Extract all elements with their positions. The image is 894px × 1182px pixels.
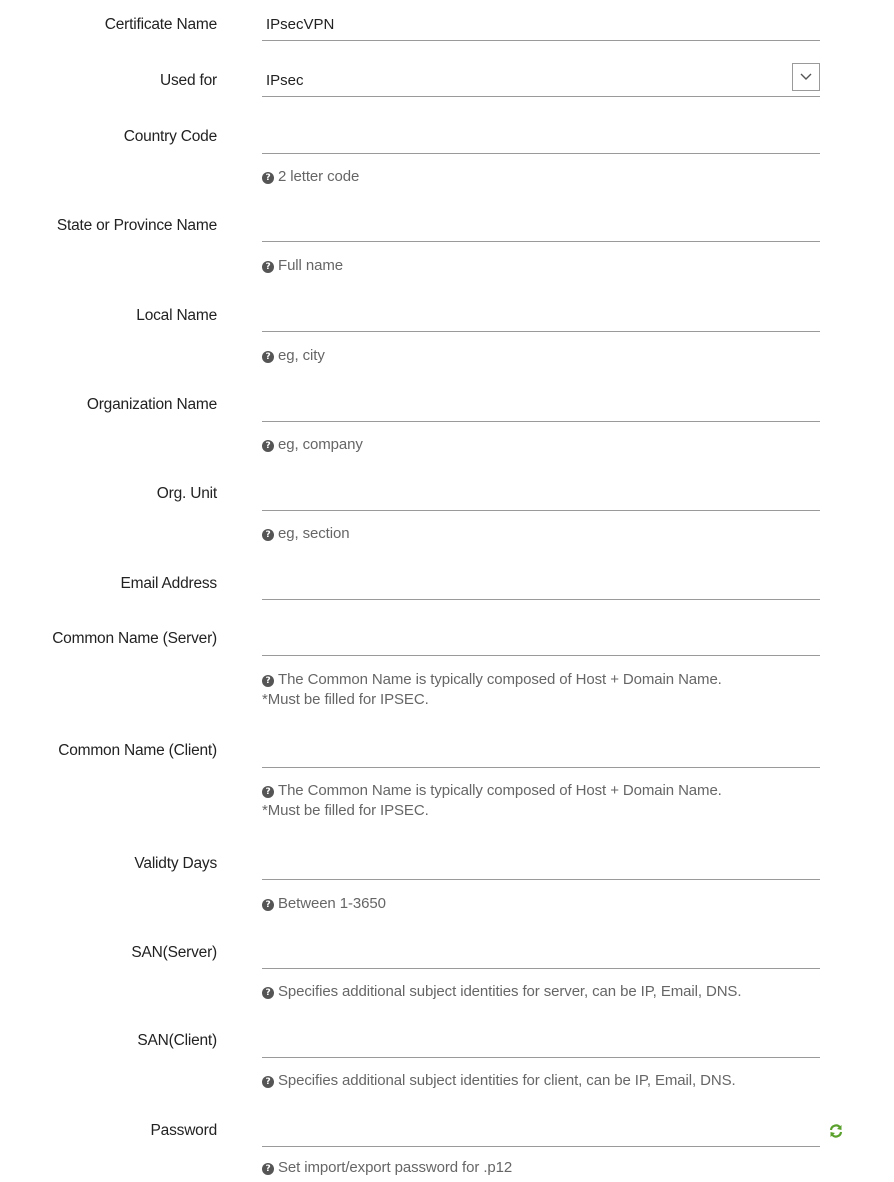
certificate-name-label: Certificate Name <box>104 16 217 33</box>
cn-client-help-text: The Common Name is typically composed of… <box>278 782 722 799</box>
cn-client-label: Common Name (Client) <box>58 742 217 759</box>
org-unit-label: Org. Unit <box>156 485 217 502</box>
password-input[interactable] <box>262 1119 820 1146</box>
cn-server-field[interactable] <box>262 628 820 656</box>
question-circle-icon: ? <box>262 529 274 541</box>
used-for-value: IPsec <box>266 72 304 89</box>
local-name-label: Local Name <box>136 307 217 324</box>
san-client-help-text: Specifies additional subject identities … <box>278 1072 736 1089</box>
validity-help-text: Between 1-3650 <box>278 895 386 912</box>
question-circle-icon: ? <box>262 786 274 798</box>
validity-label: Validty Days <box>134 855 217 872</box>
password-field[interactable] <box>262 1119 820 1147</box>
validity-field[interactable] <box>262 852 820 880</box>
country-code-label: Country Code <box>123 128 217 145</box>
country-code-help-text: 2 letter code <box>278 168 360 185</box>
local-name-field[interactable] <box>262 304 820 332</box>
certificate-name-field[interactable]: IPsecVPN <box>262 13 820 41</box>
email-input[interactable] <box>262 572 820 599</box>
question-circle-icon: ? <box>262 1076 274 1088</box>
state-input[interactable] <box>262 214 820 241</box>
email-label: Email Address <box>120 575 218 592</box>
state-help: ? Full name <box>262 256 343 276</box>
san-server-input[interactable] <box>262 941 820 968</box>
cn-server-help-line1: ? The Common Name is typically composed o… <box>262 670 722 690</box>
question-circle-icon: ? <box>262 1163 274 1175</box>
org-unit-field[interactable] <box>262 483 820 511</box>
used-for-select[interactable]: IPsec <box>262 63 820 97</box>
cn-client-help: ? The Common Name is typically composed o… <box>262 781 722 821</box>
san-client-field[interactable] <box>262 1030 820 1058</box>
certificate-name-value: IPsecVPN <box>266 16 335 33</box>
cn-client-field[interactable] <box>262 740 820 768</box>
cn-client-help-line2: *Must be filled for IPSEC. <box>262 802 429 819</box>
org-name-input[interactable] <box>262 394 820 421</box>
state-label: State or Province Name <box>56 217 217 234</box>
password-help: ? Set import/export password for .p12 <box>262 1158 512 1178</box>
refresh-icon[interactable] <box>828 1123 844 1139</box>
question-circle-icon: ? <box>262 261 274 273</box>
validity-input[interactable] <box>262 852 820 879</box>
question-circle-icon: ? <box>262 172 274 184</box>
question-circle-icon: ? <box>262 440 274 452</box>
cn-server-help: ? The Common Name is typically composed o… <box>262 670 722 710</box>
local-name-help-text: eg, city <box>278 347 325 364</box>
org-name-label: Organization Name <box>86 396 217 413</box>
san-server-help-text: Specifies additional subject identities … <box>278 983 742 1000</box>
question-circle-icon: ? <box>262 351 274 363</box>
country-code-input[interactable] <box>262 126 820 153</box>
org-name-field[interactable] <box>262 394 820 422</box>
used-for-label: Used for <box>160 72 217 89</box>
country-code-field[interactable] <box>262 126 820 154</box>
local-name-input[interactable] <box>262 304 820 331</box>
question-circle-icon: ? <box>262 987 274 999</box>
org-name-help: ? eg, company <box>262 435 363 455</box>
cn-client-help-line1: ? The Common Name is typically composed o… <box>262 781 722 801</box>
cn-server-input[interactable] <box>262 628 820 655</box>
password-label: Password <box>150 1122 218 1139</box>
password-help-text: Set import/export password for .p12 <box>278 1159 513 1176</box>
san-server-field[interactable] <box>262 941 820 969</box>
state-help-text: Full name <box>278 257 343 274</box>
local-name-help: ? eg, city <box>262 346 325 366</box>
state-field[interactable] <box>262 214 820 242</box>
org-name-help-text: eg, company <box>278 436 363 453</box>
san-client-input[interactable] <box>262 1030 820 1057</box>
cn-client-input[interactable] <box>262 740 820 767</box>
email-field[interactable] <box>262 572 820 600</box>
org-unit-help: ? eg, section <box>262 524 350 544</box>
cn-server-label: Common Name (Server) <box>52 630 217 647</box>
country-code-help: ? 2 letter code <box>262 167 359 187</box>
question-circle-icon: ? <box>262 675 274 687</box>
cn-server-help-text: The Common Name is typically composed of… <box>278 671 722 688</box>
validity-help: ? Between 1-3650 <box>262 894 386 914</box>
chevron-down-icon <box>800 73 812 80</box>
cn-server-help-line2: *Must be filled for IPSEC. <box>262 691 429 708</box>
san-server-label: SAN(Server) <box>131 944 217 961</box>
san-client-help: ? Specifies additional subject identities… <box>262 1071 736 1091</box>
question-circle-icon: ? <box>262 899 274 911</box>
org-unit-help-text: eg, section <box>278 525 350 542</box>
san-client-label: SAN(Client) <box>137 1032 217 1049</box>
used-for-dropdown-button[interactable] <box>792 63 820 91</box>
org-unit-input[interactable] <box>262 483 820 510</box>
san-server-help: ? Specifies additional subject identities… <box>262 982 742 1002</box>
